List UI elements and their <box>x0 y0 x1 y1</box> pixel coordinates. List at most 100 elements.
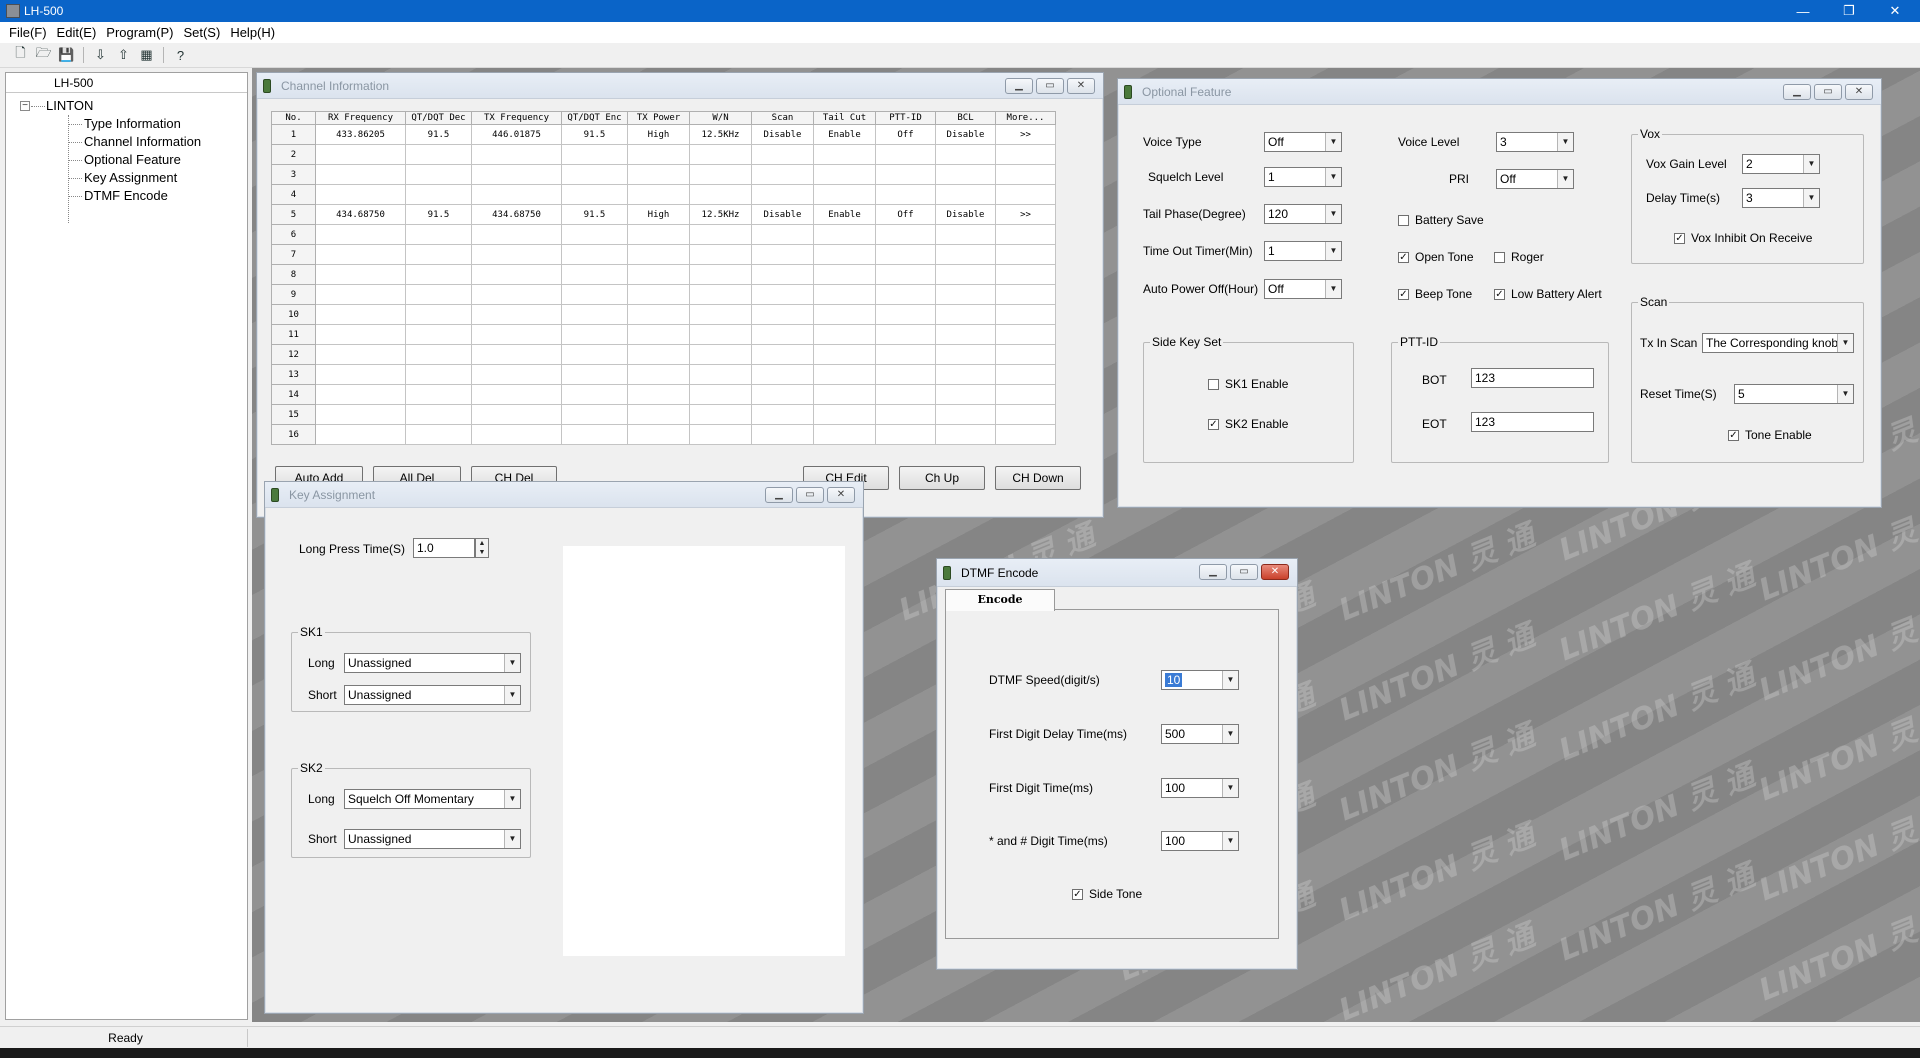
table-cell[interactable] <box>875 364 936 385</box>
column-header[interactable]: More... <box>995 111 1056 125</box>
checkbox-box[interactable]: ✓ <box>1728 429 1739 441</box>
voice-level-select[interactable]: 3 ▼ <box>1496 132 1574 152</box>
table-row[interactable]: 13 <box>271 364 1056 385</box>
long-press-time-input[interactable]: 1.0 <box>413 538 475 558</box>
table-cell[interactable] <box>875 284 936 305</box>
table-cell[interactable]: >> <box>995 124 1056 145</box>
table-cell[interactable] <box>405 284 472 305</box>
table-cell[interactable] <box>689 304 752 325</box>
program-icon[interactable]: ▦ <box>138 47 155 63</box>
table-cell[interactable] <box>561 284 628 305</box>
tree-root-linton[interactable]: − LINTON <box>6 97 247 115</box>
table-cell[interactable] <box>689 384 752 405</box>
sk1-enable-checkbox[interactable]: SK1 Enable <box>1208 377 1288 391</box>
table-cell[interactable] <box>935 424 996 445</box>
table-cell[interactable] <box>813 224 876 245</box>
table-cell[interactable] <box>315 184 406 205</box>
column-header[interactable]: BCL <box>935 111 996 125</box>
table-cell[interactable]: Off <box>875 204 936 225</box>
sk1-short-select[interactable]: Unassigned ▼ <box>344 685 521 705</box>
menu-set[interactable]: Set(S) <box>178 25 225 40</box>
close-icon[interactable]: ✕ <box>1845 84 1873 100</box>
table-cell[interactable] <box>995 304 1056 325</box>
table-cell[interactable] <box>315 324 406 345</box>
new-icon[interactable]: 🗋 <box>12 45 29 63</box>
low-battery-alert-checkbox[interactable]: ✓ Low Battery Alert <box>1494 287 1602 301</box>
table-cell[interactable] <box>627 304 690 325</box>
checkbox-box[interactable]: ✓ <box>1494 288 1505 300</box>
table-cell[interactable] <box>813 324 876 345</box>
maximize-icon[interactable]: ▭ <box>1036 78 1064 94</box>
table-cell[interactable] <box>751 364 814 385</box>
table-cell[interactable] <box>875 424 936 445</box>
table-cell[interactable] <box>561 324 628 345</box>
dropdown-arrow-icon[interactable]: ▼ <box>1325 205 1341 223</box>
checkbox-box[interactable] <box>1398 214 1409 226</box>
table-cell[interactable] <box>471 244 562 265</box>
table-cell[interactable] <box>689 244 752 265</box>
table-cell[interactable] <box>627 364 690 385</box>
table-cell[interactable] <box>995 224 1056 245</box>
table-row[interactable]: 3 <box>271 164 1056 185</box>
table-cell[interactable] <box>995 424 1056 445</box>
tree-item-optional-feature[interactable]: Optional Feature <box>6 151 247 169</box>
close-icon[interactable]: ✕ <box>1067 78 1095 94</box>
key-window-titlebar[interactable]: Key Assignment ▁ ▭ ✕ <box>265 482 863 508</box>
table-cell[interactable]: High <box>627 124 690 145</box>
dropdown-arrow-icon[interactable]: ▼ <box>1803 189 1819 207</box>
checkbox-box[interactable]: ✓ <box>1398 288 1409 300</box>
table-cell[interactable] <box>995 244 1056 265</box>
checkbox-box[interactable] <box>1494 251 1505 263</box>
table-cell[interactable] <box>405 244 472 265</box>
maximize-icon[interactable]: ▭ <box>1814 84 1842 100</box>
first-digit-time-select[interactable]: 100 ▼ <box>1161 778 1239 798</box>
table-row[interactable]: 2 <box>271 144 1056 165</box>
checkbox-box[interactable]: ✓ <box>1208 418 1219 430</box>
table-cell[interactable]: Disable <box>935 124 996 145</box>
checkbox-box[interactable]: ✓ <box>1072 888 1083 900</box>
table-cell[interactable] <box>995 324 1056 345</box>
table-cell[interactable] <box>689 184 752 205</box>
table-cell[interactable] <box>471 304 562 325</box>
table-row[interactable]: 16 <box>271 424 1056 445</box>
maximize-icon[interactable]: ▭ <box>796 487 824 503</box>
table-cell[interactable] <box>315 244 406 265</box>
column-header[interactable]: QT/DQT Enc <box>561 111 628 125</box>
table-cell[interactable] <box>875 304 936 325</box>
minimize-icon[interactable]: ▁ <box>1199 564 1227 580</box>
table-row[interactable]: 15 <box>271 404 1056 425</box>
tree-item-type-information[interactable]: Type Information <box>6 115 247 133</box>
table-cell[interactable] <box>471 404 562 425</box>
table-cell[interactable] <box>751 384 814 405</box>
dropdown-arrow-icon[interactable]: ▼ <box>1557 170 1573 188</box>
table-cell[interactable] <box>627 224 690 245</box>
table-cell[interactable] <box>561 244 628 265</box>
save-icon[interactable]: 💾 <box>58 47 75 63</box>
tab-encode[interactable]: Encode <box>945 589 1055 611</box>
table-cell[interactable] <box>875 324 936 345</box>
voice-type-select[interactable]: Off ▼ <box>1264 132 1342 152</box>
table-cell[interactable] <box>627 284 690 305</box>
table-cell[interactable] <box>813 404 876 425</box>
table-cell[interactable]: Enable <box>813 124 876 145</box>
checkbox-box[interactable]: ✓ <box>1674 232 1685 244</box>
table-cell[interactable] <box>751 424 814 445</box>
table-cell[interactable]: 91.5 <box>405 124 472 145</box>
table-cell[interactable] <box>751 184 814 205</box>
table-cell[interactable] <box>627 404 690 425</box>
menu-edit[interactable]: Edit(E) <box>52 25 102 40</box>
minimize-icon[interactable]: ▁ <box>1783 84 1811 100</box>
table-cell[interactable]: Disable <box>751 124 814 145</box>
tx-in-scan-select[interactable]: The Corresponding knob ▼ <box>1702 333 1854 353</box>
table-cell[interactable] <box>471 424 562 445</box>
column-header[interactable]: RX Frequency <box>315 111 406 125</box>
table-row[interactable]: 6 <box>271 224 1056 245</box>
optional-window-titlebar[interactable]: Optional Feature ▁ ▭ ✕ <box>1118 79 1881 105</box>
table-cell[interactable] <box>995 184 1056 205</box>
help-icon[interactable]: ? <box>172 47 189 63</box>
table-cell[interactable] <box>995 264 1056 285</box>
table-cell[interactable] <box>995 344 1056 365</box>
sk2-enable-checkbox[interactable]: ✓ SK2 Enable <box>1208 417 1288 431</box>
table-cell[interactable] <box>315 264 406 285</box>
beep-tone-checkbox[interactable]: ✓ Beep Tone <box>1398 287 1472 301</box>
